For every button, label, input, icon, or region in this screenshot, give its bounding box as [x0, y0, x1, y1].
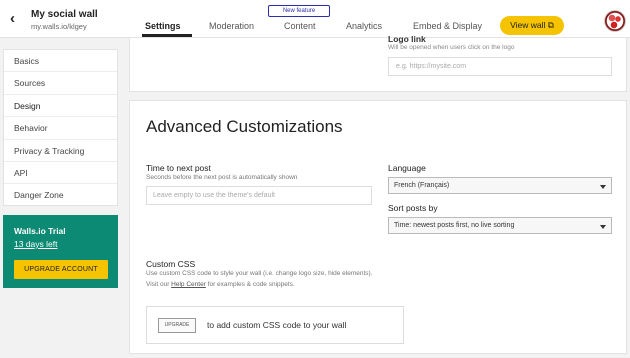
sort-posts-select[interactable]: Time: newest posts first, no live sortin… [388, 217, 612, 234]
tab-moderation[interactable]: Moderation [209, 21, 254, 31]
advanced-customizations-panel: Advanced Customizations Time to next pos… [129, 100, 627, 354]
logo-settings-panel: Logo link Will be opened when users clic… [129, 34, 627, 92]
custom-css-description: Use custom CSS code to style your wall (… [146, 270, 373, 277]
language-label: Language [388, 163, 426, 173]
language-selected-value: French (Français) [394, 182, 450, 189]
section-title: Advanced Customizations [146, 117, 343, 136]
time-to-next-post-description: Seconds before the next post is automati… [146, 174, 298, 181]
chevron-down-icon [600, 224, 606, 229]
sidebar-item-api[interactable]: API [4, 162, 117, 185]
top-header: ‹ My social wall my.walls.io/klgey Setti… [0, 0, 630, 38]
logo-link-description: Will be opened when users click on the l… [388, 44, 515, 51]
sidebar-item-basics[interactable]: Basics [4, 50, 117, 73]
wall-url: my.walls.io/klgey [31, 22, 87, 31]
trial-box: Walls.io Trial 13 days left UPGRADE ACCO… [3, 215, 118, 288]
active-tab-indicator [142, 34, 192, 37]
trial-title: Walls.io Trial [14, 226, 66, 236]
avatar[interactable] [604, 10, 626, 32]
tab-content[interactable]: Content [284, 21, 316, 31]
custom-css-help-line: Visit our Help Center for examples & cod… [146, 281, 295, 288]
sort-posts-label: Sort posts by [388, 203, 438, 213]
logo-link-label: Logo link [388, 34, 426, 44]
custom-css-upgrade-box: UPGRADE to add custom CSS code to your w… [146, 306, 404, 344]
help-suffix: for examples & code snippets. [205, 281, 295, 288]
upgrade-account-button[interactable]: UPGRADE ACCOUNT [14, 260, 108, 279]
wall-name: My social wall [31, 9, 98, 20]
sidebar-item-sources[interactable]: Sources [4, 72, 117, 95]
custom-css-upgrade-text: to add custom CSS code to your wall [207, 320, 347, 330]
custom-css-label: Custom CSS [146, 259, 196, 269]
tab-analytics[interactable]: Analytics [346, 21, 382, 31]
upgrade-button[interactable]: UPGRADE [158, 318, 196, 333]
logo-link-input[interactable]: e.g. https://mysite.com [388, 57, 612, 76]
tab-embed-display[interactable]: Embed & Display [413, 21, 482, 31]
tab-settings[interactable]: Settings [145, 21, 181, 31]
sort-posts-selected-value: Time: newest posts first, no live sortin… [394, 222, 515, 229]
sidebar-item-design[interactable]: Design [4, 95, 117, 118]
chevron-left-icon[interactable]: ‹ [10, 11, 24, 27]
sidebar-item-danger-zone[interactable]: Danger Zone [4, 184, 117, 206]
new-feature-badge: New feature [268, 5, 330, 17]
sidebar-item-behavior[interactable]: Behavior [4, 117, 117, 140]
chevron-down-icon [600, 184, 606, 189]
sidebar-item-privacy-tracking[interactable]: Privacy & Tracking [4, 140, 117, 162]
trial-days-left[interactable]: 13 days left [14, 239, 57, 249]
settings-sidebar: Basics Sources Design Behavior Privacy &… [3, 49, 118, 206]
time-to-next-post-input[interactable]: Leave empty to use the theme's default [146, 186, 372, 205]
view-wall-button[interactable]: View wall ⧉ [500, 16, 564, 35]
time-to-next-post-label: Time to next post [146, 163, 211, 173]
help-prefix: Visit our [146, 281, 172, 288]
language-select[interactable]: French (Français) [388, 177, 612, 194]
help-center-link[interactable]: Help Center [171, 281, 206, 288]
